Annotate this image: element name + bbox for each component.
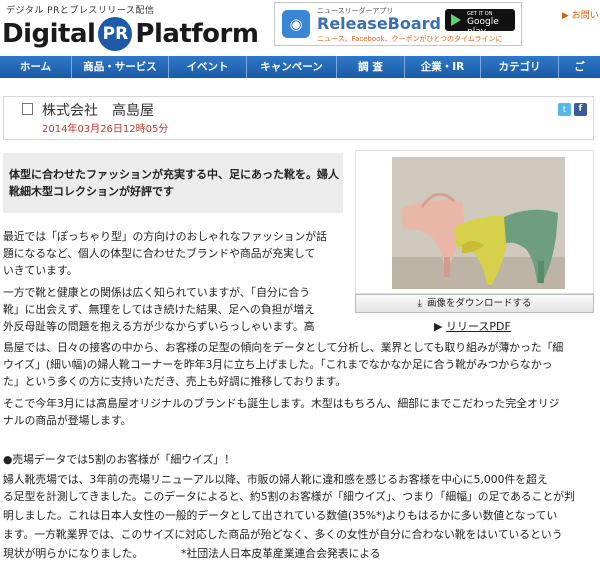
body-line: た」という多くの方に支持いただき、売上も好調に推移しております。 — [3, 375, 347, 388]
headline-box: 体型に合わせたファッションが充実する中、足にあった靴を。婦人靴細木型コレクション… — [3, 153, 343, 213]
body-line: 一方で靴と健康との関係は広く知られていますが、「自分に合う — [3, 286, 311, 299]
release-title-box: 株式会社 高島屋 2014年03月26日12時05分 t f — [3, 96, 594, 140]
pdf-arrow-icon: ▶ — [434, 320, 443, 333]
nav-campaigns[interactable]: キャンペーン — [247, 56, 337, 78]
nav-more[interactable]: ご — [559, 56, 600, 78]
shoes-photo[interactable] — [392, 157, 565, 289]
nav-events[interactable]: イベント — [169, 56, 247, 78]
body-line: ウイズ」(細い幅)の婦人靴コーナーを昨年3月に立ち上げました。「これまでなかなか… — [3, 358, 553, 371]
nav-research[interactable]: 調 査 — [337, 56, 405, 78]
main-nav: ホーム 商品・サービス イベント キャンペーン 調 査 企業・IR カテゴリ ご — [0, 56, 600, 78]
company-name[interactable]: 株式会社 高島屋 — [42, 100, 154, 120]
logo-pr-badge: PR — [98, 17, 133, 51]
release-headline: 体型に合わせたファッションが充実する中、足にあった靴を。婦人靴細木型コレクション… — [9, 168, 339, 198]
download-image-button[interactable]: ⤓ 画像をダウンロードする — [355, 294, 594, 313]
site-tagline: デジタル PRとプレスリリース配信 — [6, 6, 155, 16]
body-line: ます。一方靴業界では、このサイズに対応した商品が殆どなく、多くの女性が自分に合わ… — [3, 528, 563, 541]
facebook-icon[interactable]: f — [574, 103, 587, 116]
release-pdf-link[interactable]: ▶ リリースPDF — [434, 318, 511, 334]
body-line: そこで今年3月には高島屋オリジナルのブランドも誕生します。木型はもちろん、細部に… — [3, 397, 560, 410]
body-line: 明しました。これは日本人女性の一般的データとして出されている数値(35%*)より… — [3, 509, 558, 522]
nav-products-services[interactable]: 商品・サービス — [72, 56, 169, 78]
body-line: る足型を計測してきました。このデータによると、約5割のお客様が「細ウイズ」、つま… — [3, 490, 575, 503]
google-play-badge[interactable]: GET IT ON Google play — [445, 9, 515, 37]
nav-category[interactable]: カテゴリ — [481, 56, 559, 78]
releaseboard-banner[interactable]: ◉ ニュースリーダーアプリ ReleaseBoard ニュース、Facebook… — [274, 2, 522, 46]
section-heading: ●売場データでは5割のお客様が「細ウイズ」！ — [3, 453, 235, 466]
body-line: 婦人靴売場では、3年前の売場リニューアル以降、市販の婦人靴に違和感を感じるお客様… — [3, 473, 548, 486]
document-icon — [22, 103, 33, 115]
body-line: 最近では「ぽっちゃり型」の方向けのおしゃれなファッションが話 — [3, 230, 327, 243]
release-date: 2014年03月26日12時05分 — [42, 124, 169, 135]
body-line: いきています。 — [3, 264, 78, 277]
inquiry-link[interactable]: ▶ お問い — [562, 8, 599, 21]
download-icon: ⤓ — [417, 298, 422, 309]
body-line: 靴」に出会えず、無理をしてはき続けた結果、足への負担が増え — [3, 303, 315, 316]
body-line: 島屋では、日々の接客の中から、お客様の足型の傾向をデータとして分析し、業界として… — [3, 341, 564, 354]
banner-title: ReleaseBoard — [317, 14, 442, 33]
download-button-label: 画像をダウンロードする — [426, 298, 532, 309]
logo-text-right: Platform — [135, 19, 259, 49]
body-line: 現状が明らかになりました。 *社団法人日本皮革産業連合会発表による — [3, 547, 381, 560]
site-logo[interactable]: Digital PR Platform — [2, 16, 259, 52]
body-line: ナルの商品が登場します。 — [3, 414, 132, 427]
nav-company-ir[interactable]: 企業・IR — [405, 56, 481, 78]
twitter-icon[interactable]: t — [558, 103, 571, 116]
shoes-illustration — [392, 157, 565, 289]
google-play-icon — [451, 14, 461, 26]
google-play-name: Google play — [467, 17, 499, 37]
body-line: 外反母趾等の問題を抱える方が少なからずいらっしゃいます。高 — [3, 320, 315, 333]
pdf-link-label: リリースPDF — [445, 320, 511, 333]
releaseboard-app-icon: ◉ — [282, 10, 310, 38]
logo-text-left: Digital — [2, 19, 96, 49]
nav-home[interactable]: ホーム — [0, 56, 72, 78]
body-line: 題になるなど、個人の体型に合わせたブランドや商品が充実して — [3, 247, 316, 260]
site-header: デジタル PRとプレスリリース配信 Digital PR Platform ◉ … — [0, 0, 600, 56]
